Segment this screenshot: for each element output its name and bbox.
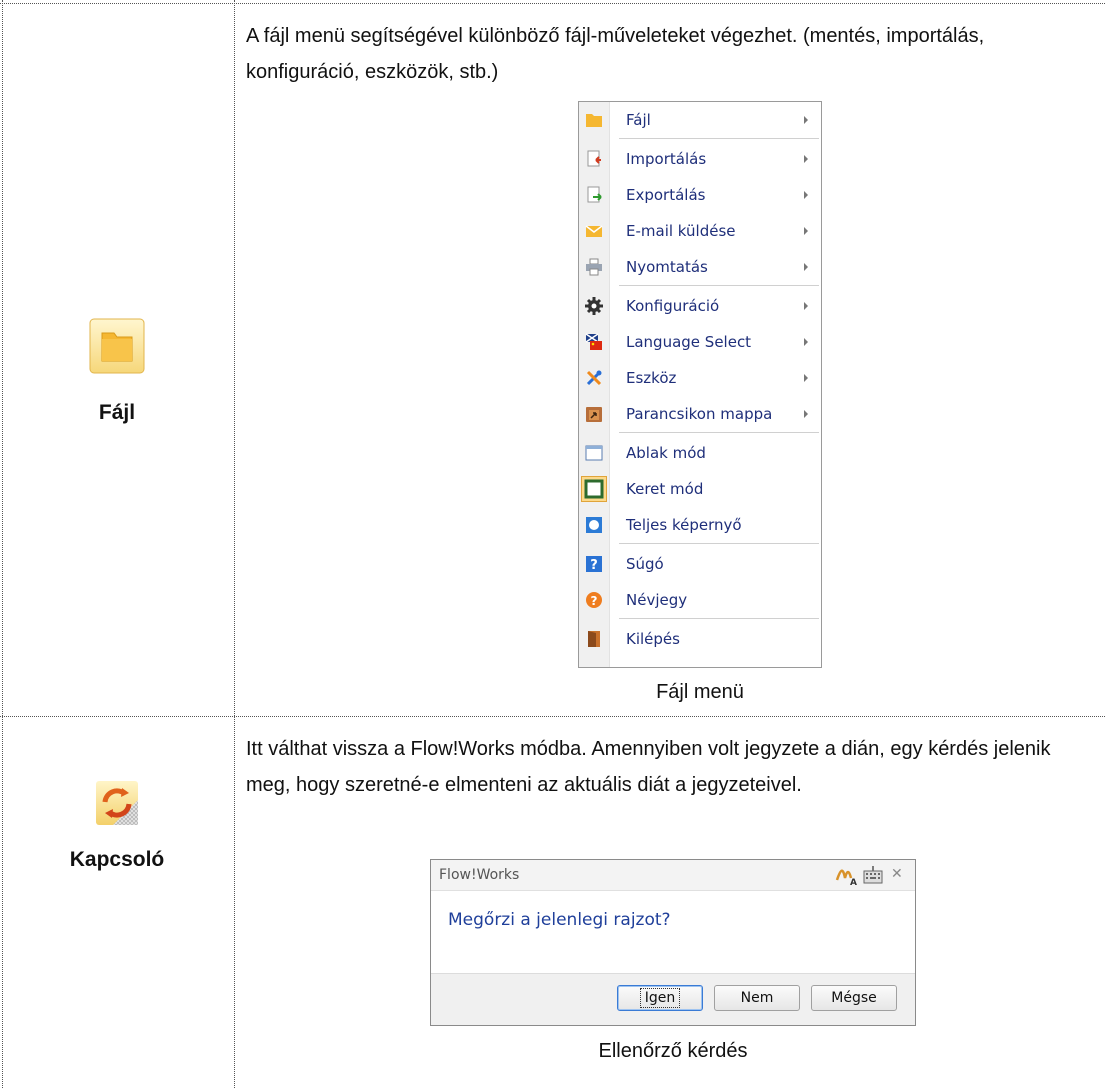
folder-icon <box>88 317 146 375</box>
menu-item-label: Eszköz <box>626 369 677 387</box>
table-border-left <box>2 0 3 1088</box>
cancel-button-label: Mégse <box>831 990 877 1006</box>
menu-item-language-select[interactable]: Language Select <box>579 324 821 360</box>
submenu-arrow-icon <box>804 155 808 163</box>
menu-item-label: Keret mód <box>626 480 704 498</box>
no-button[interactable]: Nem <box>714 985 800 1011</box>
menu-item-label: E-mail küldése <box>626 222 736 240</box>
row-kapcsolo-header: Kapcsoló <box>0 780 234 872</box>
dialog-title: Flow!Works <box>439 867 520 883</box>
row-divider <box>0 716 1105 717</box>
menu-item-label: Fájl <box>626 111 651 129</box>
row-description-fajl: A fájl menü segítségével különböző fájl-… <box>246 25 985 83</box>
menu-item-label: Kilépés <box>626 630 680 648</box>
menu-separator <box>619 285 819 286</box>
frame-icon <box>581 476 607 502</box>
row-label-kapcsolo: Kapcsoló <box>69 848 165 871</box>
menu-item-exit[interactable]: Kilépés <box>579 621 821 657</box>
no-button-label: Nem <box>740 990 774 1006</box>
menu-item-configuration[interactable]: Konfiguráció <box>579 288 821 324</box>
submenu-arrow-icon <box>804 263 808 271</box>
figure-caption-file-menu: Fájl menü <box>656 681 744 703</box>
gear-icon <box>585 297 603 315</box>
submenu-arrow-icon <box>804 374 808 382</box>
menu-item-label: Importálás <box>626 150 707 168</box>
shortcut-folder-icon <box>585 405 603 423</box>
handwriting-icon[interactable]: A <box>835 864 859 888</box>
export-icon <box>585 186 603 204</box>
menu-item-about[interactable]: ? Névjegy <box>579 582 821 618</box>
dialog-titlebar: Flow!Works A ✕ <box>431 860 915 891</box>
close-icon[interactable]: ✕ <box>891 866 905 882</box>
menu-item-label: Konfiguráció <box>626 297 720 315</box>
menu-item-file[interactable]: Fájl <box>579 102 821 138</box>
submenu-arrow-icon <box>804 227 808 235</box>
menu-item-label: Exportálás <box>626 186 706 204</box>
yes-button[interactable]: Igen <box>617 985 703 1011</box>
row-label-fajl: Fájl <box>98 401 136 424</box>
dialog-message: Megőrzi a jelenlegi rajzot? <box>448 910 671 930</box>
dialog-button-bar: Igen Nem Mégse <box>431 973 915 1025</box>
svg-text:?: ? <box>591 594 598 608</box>
menu-item-tools[interactable]: Eszköz <box>579 360 821 396</box>
menu-item-help[interactable]: ? Súgó <box>579 546 821 582</box>
menu-separator <box>619 543 819 544</box>
envelope-icon <box>585 222 603 240</box>
menu-separator <box>619 138 819 139</box>
menu-separator <box>619 618 819 619</box>
menu-item-export[interactable]: Exportálás <box>579 177 821 213</box>
keyboard-icon[interactable] <box>862 864 884 886</box>
row-fajl-header: Fájl <box>0 317 234 425</box>
fullscreen-icon <box>585 516 603 534</box>
yes-button-label: Igen <box>639 988 681 1008</box>
switch-arrows-icon <box>95 780 139 826</box>
svg-text:A: A <box>850 878 857 886</box>
file-menu: Fájl Importálás Exportálás E-mail küldés… <box>578 101 822 668</box>
menu-item-import[interactable]: Importálás <box>579 141 821 177</box>
flag-icon <box>585 333 603 351</box>
submenu-arrow-icon <box>804 410 808 418</box>
confirm-dialog: Flow!Works A ✕ Megőrzi a jelenlegi rajzo… <box>430 859 916 1026</box>
menu-item-label: Parancsikon mappa <box>626 405 773 423</box>
submenu-arrow-icon <box>804 338 808 346</box>
about-icon: ? <box>585 591 603 609</box>
exit-door-icon <box>585 630 603 648</box>
import-icon <box>585 150 603 168</box>
menu-item-label: Language Select <box>626 333 752 351</box>
menu-item-label: Súgó <box>626 555 664 573</box>
printer-icon <box>585 258 603 276</box>
menu-item-label: Nyomtatás <box>626 258 708 276</box>
submenu-arrow-icon <box>804 116 808 124</box>
submenu-arrow-icon <box>804 191 808 199</box>
menu-item-print[interactable]: Nyomtatás <box>579 249 821 285</box>
window-icon <box>585 444 603 462</box>
menu-item-email[interactable]: E-mail küldése <box>579 213 821 249</box>
table-border-top <box>0 3 1105 4</box>
menu-item-fullscreen[interactable]: Teljes képernyő <box>579 507 821 543</box>
tools-icon <box>585 369 603 387</box>
figure-caption-confirm-dialog: Ellenőrző kérdés <box>598 1040 748 1062</box>
menu-separator <box>619 432 819 433</box>
cancel-button[interactable]: Mégse <box>811 985 897 1011</box>
menu-item-label: Ablak mód <box>626 444 706 462</box>
column-divider <box>234 0 235 1088</box>
svg-text:?: ? <box>590 558 598 573</box>
help-icon: ? <box>585 555 603 573</box>
menu-item-label: Teljes képernyő <box>626 516 742 534</box>
menu-item-label: Névjegy <box>626 591 688 609</box>
menu-item-frame-mode[interactable]: Keret mód <box>579 471 821 507</box>
folder-icon <box>585 111 603 129</box>
submenu-arrow-icon <box>804 302 808 310</box>
menu-item-window-mode[interactable]: Ablak mód <box>579 435 821 471</box>
menu-item-shortcut-folder[interactable]: Parancsikon mappa <box>579 396 821 432</box>
row-description-kapcsolo: Itt válthat vissza a Flow!Works módba. A… <box>246 738 1051 796</box>
